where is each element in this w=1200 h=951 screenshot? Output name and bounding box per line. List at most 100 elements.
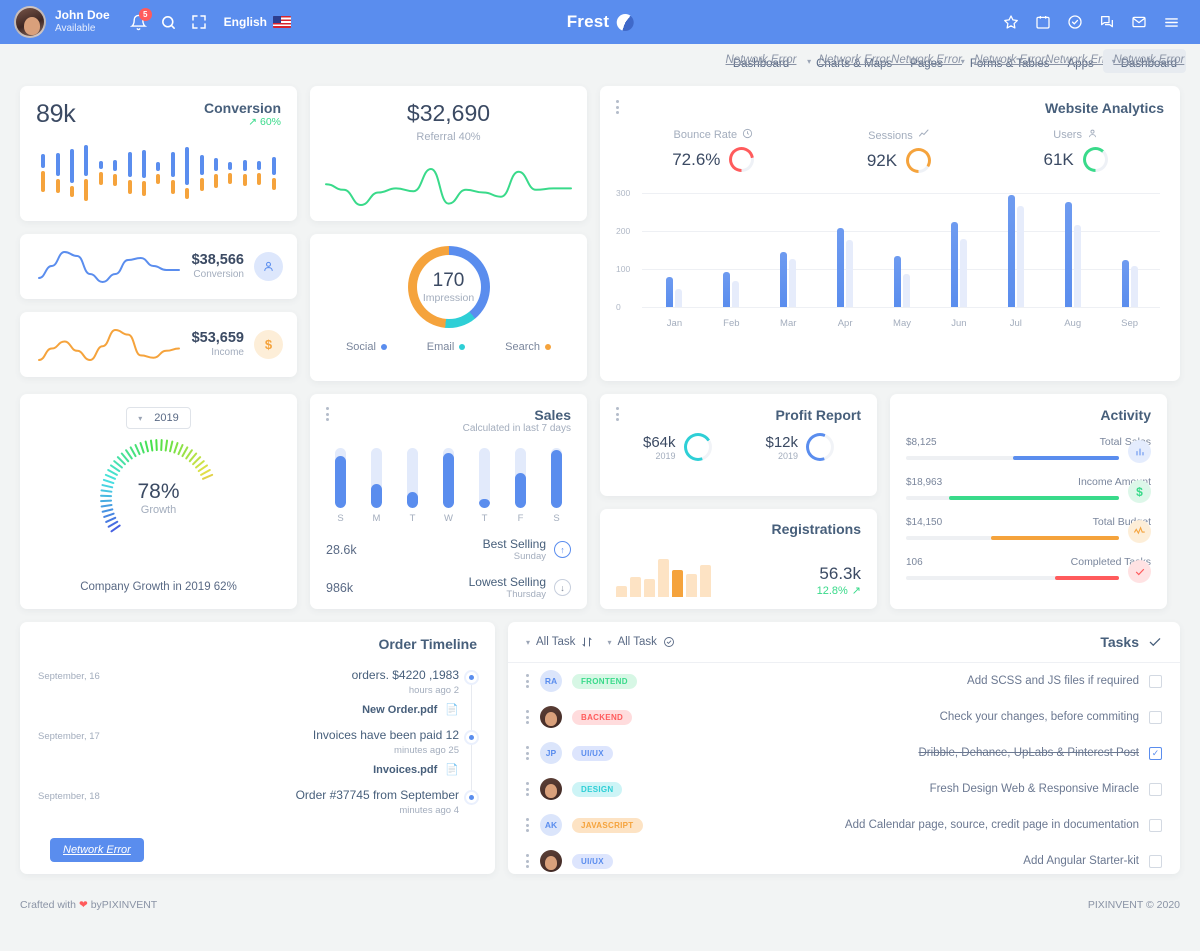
chevron-down-icon: ▾	[526, 637, 531, 647]
sales-bar: T	[476, 448, 493, 524]
gridline	[642, 307, 1160, 308]
notification-badge: 5	[138, 8, 152, 21]
task-checkbox[interactable]	[1149, 674, 1162, 688]
bar-secondary	[789, 258, 797, 307]
kebab-menu-icon[interactable]	[526, 818, 530, 832]
kebab-menu-icon[interactable]	[326, 407, 330, 421]
task-checkbox[interactable]	[1149, 854, 1162, 868]
task-checkbox[interactable]	[1149, 818, 1162, 832]
chat-icon[interactable]	[1092, 7, 1122, 37]
kebab-menu-icon[interactable]	[526, 674, 530, 688]
nav-item-forms-tables[interactable]: ▾ Forms & Tables Network Error	[952, 49, 1059, 73]
registrations-growth: 12.8% ↗	[816, 584, 861, 598]
legend-color-dot	[380, 344, 387, 350]
order-timeline-body: September, 16 orders. $4220 ,1983 hours ag…	[38, 668, 477, 816]
filter-all-task-status[interactable]: ▾ All Task	[607, 636, 674, 648]
sales-bar-label: S	[337, 513, 344, 524]
metric-label: Bounce Rate	[672, 128, 754, 142]
nav-item-apps[interactable]: Apps Network Error	[1045, 49, 1116, 73]
timeline-title: Invoices have been paid 12	[312, 728, 459, 742]
profit-report-title: Profit Report	[775, 407, 861, 423]
conversion-strip-value: $38,566	[191, 252, 244, 269]
activity-top: $18,963 Income Amount	[906, 476, 1151, 488]
sales-bar: M	[368, 448, 385, 524]
task-tag: FRONTEND	[572, 673, 637, 689]
activity-item-income-amount: $18,963 Income Amount $	[906, 476, 1151, 503]
income-strip-card: $53,659 Income $	[20, 312, 297, 377]
registration-bar	[672, 570, 683, 597]
check-circle-icon[interactable]	[1060, 7, 1090, 37]
nav-item-dashboard[interactable]: ▾ Dashboard Network Error	[1102, 49, 1186, 73]
conversion-bar	[79, 137, 93, 209]
star-icon[interactable]	[996, 7, 1026, 37]
bell-icon[interactable]: 5	[124, 7, 154, 37]
network-error-button[interactable]: Network Error	[50, 838, 144, 862]
bar-primary	[1121, 259, 1129, 307]
footer-left: Crafted with ❤ byPIXINVENT	[20, 899, 157, 911]
x-axis-tick: Feb	[723, 318, 740, 329]
check-icon[interactable]	[1148, 635, 1162, 649]
kebab-menu-icon[interactable]	[526, 746, 530, 760]
conversion-bar	[94, 137, 108, 209]
referral-chart	[325, 167, 572, 207]
nav-item-charts-maps[interactable]: ▾ Charts & Maps Network Error	[798, 49, 901, 73]
activity-line	[906, 440, 1151, 463]
sales-bar-fill	[443, 452, 454, 508]
task-checkbox[interactable]	[1149, 710, 1162, 724]
header-right-icons	[996, 7, 1186, 37]
lowest-selling-title: Lowest Selling	[468, 575, 546, 589]
sales-bar-track	[407, 448, 418, 508]
task-text: Add SCSS and JS files if required	[967, 675, 1139, 687]
kebab-menu-icon[interactable]	[526, 782, 530, 796]
menu-icon[interactable]	[1156, 7, 1186, 37]
language-selector[interactable]: English	[224, 15, 292, 29]
check-circle-icon	[663, 637, 674, 647]
filter-all-task-sort[interactable]: ▾ All Task	[526, 636, 593, 648]
bar-group	[760, 193, 817, 307]
sales-bar-track	[551, 448, 562, 508]
timeline-date: September, 17	[38, 731, 100, 742]
timeline-date: September, 16	[38, 671, 100, 682]
profit-year: 2019	[655, 450, 676, 461]
nav-item-pages[interactable]: Pages Network Error	[891, 49, 962, 73]
timeline-subtitle: minutes ago 25	[394, 745, 459, 756]
task-checkbox[interactable]	[1149, 782, 1162, 796]
legend-label: Social	[345, 341, 376, 353]
bar-secondary	[959, 239, 967, 307]
nav-item-error-overlay: Network Error	[1113, 54, 1185, 66]
brand-logo[interactable]: Frest	[567, 12, 634, 32]
bar-secondary	[732, 281, 740, 307]
registration-bar	[658, 559, 669, 597]
activity-title: Activity	[1100, 407, 1151, 423]
mail-icon[interactable]	[1124, 7, 1154, 37]
legend-item-email: Email	[427, 341, 466, 353]
kebab-menu-icon[interactable]	[526, 854, 530, 868]
timeline-attachment[interactable]: Invoices.pdf 📄	[38, 763, 477, 777]
task-checkbox[interactable]: ✓	[1149, 746, 1162, 760]
sales-bar-label: F	[517, 513, 524, 524]
profit-metric: $64k 2019	[643, 433, 712, 461]
calendar-icon[interactable]	[1028, 7, 1058, 37]
avatar[interactable]	[14, 6, 46, 38]
profit-text: $12k 2019	[765, 434, 798, 461]
fullscreen-icon[interactable]	[184, 7, 214, 37]
sales-bar: S	[548, 448, 565, 524]
activity-track	[906, 456, 1119, 460]
kebab-menu-icon[interactable]	[616, 100, 620, 114]
activity-item-completed-tasks: 106 Completed Tasks	[906, 556, 1151, 583]
sales-bar: S	[332, 448, 349, 524]
sales-title: Sales	[534, 407, 571, 423]
year-selector[interactable]: ▾ 2019	[126, 407, 191, 429]
order-timeline-card: Order Timeline September, 16 orders. $422…	[20, 622, 495, 874]
search-icon[interactable]	[154, 7, 184, 37]
conversion-strip-label: Conversion	[193, 269, 244, 281]
chevron-down-icon: ▾	[607, 637, 612, 647]
sales-bar-fill	[479, 499, 490, 508]
sales-bar-label: T	[481, 513, 488, 524]
timeline-attachment[interactable]: New Order.pdf 📄	[38, 703, 477, 717]
kebab-menu-icon[interactable]	[526, 710, 530, 724]
conversion-strip-card: $38,566 Conversion	[20, 234, 297, 299]
kebab-menu-icon[interactable]	[616, 407, 620, 421]
nav-item-dashboard[interactable]: Dashboard Network Error	[724, 49, 798, 73]
activity-list: $8,125 Total Sales $18,963 Income Amount $ $1…	[906, 436, 1151, 583]
